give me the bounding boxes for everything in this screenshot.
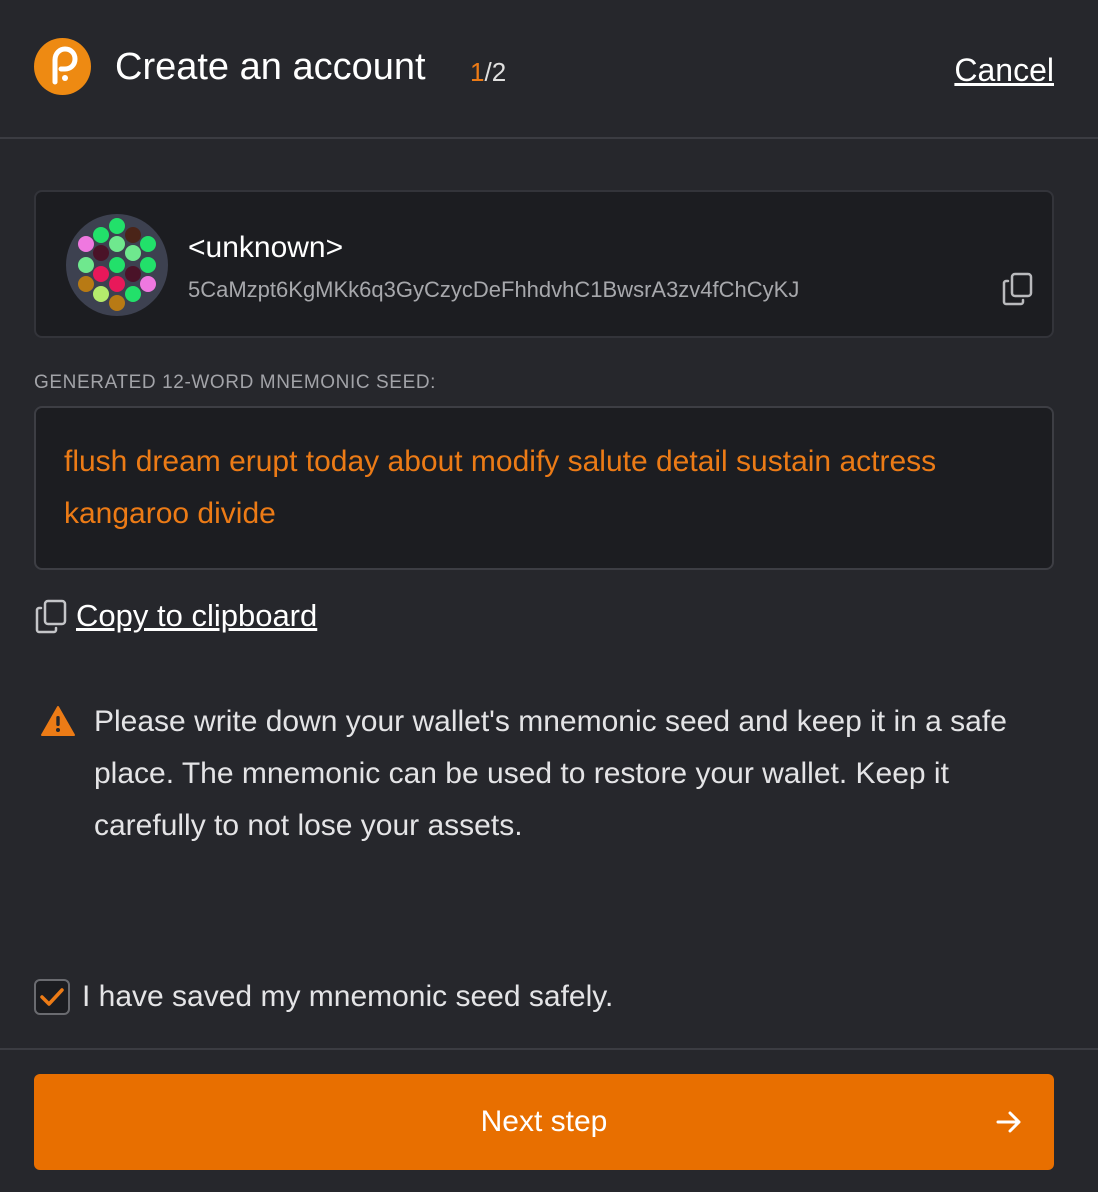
header: Create an account 1/2 Cancel [0,0,1098,139]
saved-seed-confirmation[interactable]: I have saved my mnemonic seed safely. [34,976,613,1018]
account-name: <unknown> [188,231,344,264]
step-total: /2 [484,57,507,87]
saved-seed-label: I have saved my mnemonic seed safely. [82,980,614,1013]
account-card: <unknown> 5CaMzpt6KgMKk6q3GyCzycDeFhhdvh… [34,190,1054,338]
polkadot-logo-icon [34,38,91,95]
next-step-label: Next step [480,1105,608,1138]
identicon-avatar [66,214,168,316]
saved-seed-checkbox[interactable] [34,979,70,1015]
step-current: 1 [470,57,485,87]
arrow-right-icon [996,1111,1021,1133]
page-title: Create an account [115,46,426,88]
create-account-page: Create an account 1/2 Cancel <unknown> 5… [0,0,1098,1192]
copy-to-clipboard-button[interactable]: Copy to clipboard [34,596,317,636]
warning-icon [41,706,75,736]
mnemonic-seed-phrase: flush dream erupt today about modify sal… [64,445,937,530]
next-step-button[interactable]: Next step [34,1074,1054,1170]
footer-divider [0,1048,1098,1050]
cancel-link[interactable]: Cancel [954,50,1054,90]
step-indicator: 1/2 [470,56,506,88]
checkmark-icon [40,988,64,1006]
account-address: 5CaMzpt6KgMKk6q3GyCzycDeFhhdvhC1BwsrA3zv… [188,277,800,302]
seed-box: flush dream erupt today about modify sal… [34,406,1054,570]
copy-icon [35,599,67,634]
warning-text: Please write down your wallet's mnemonic… [94,705,1007,842]
copy-icon[interactable] [1002,272,1034,306]
copy-to-clipboard-label: Copy to clipboard [76,598,318,633]
seed-label: GENERATED 12-WORD MNEMONIC SEED: [34,372,437,393]
